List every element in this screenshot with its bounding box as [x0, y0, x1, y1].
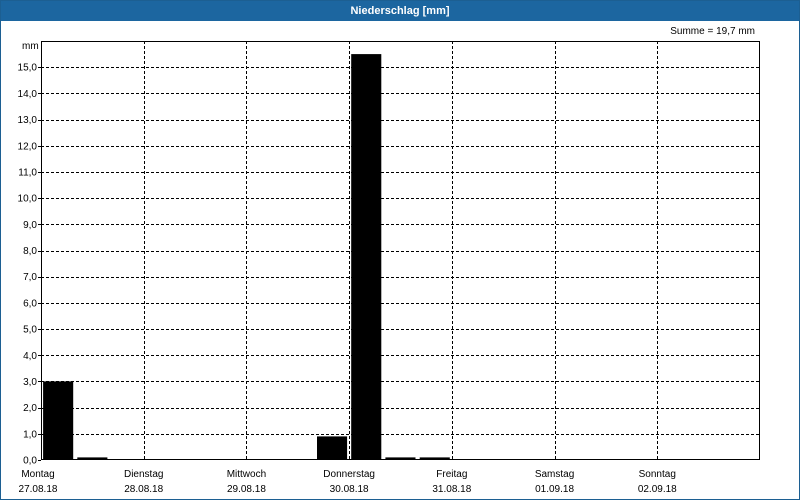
y-tick-label: 11,0: [18, 167, 37, 178]
y-axis-unit-label: mm: [22, 41, 39, 52]
y-tick-label: 15,0: [18, 63, 38, 74]
y-tick-label: 12,0: [18, 141, 38, 152]
precipitation-bar: [43, 381, 74, 460]
y-axis-ticks: 0,0 1,0 2,0 3,0 4,0 5,0 6,0 7,0 8,0 9,0 10,0 11,0 12…: [18, 63, 41, 467]
x-tick-weekday-label: Donnerstag: [323, 469, 375, 480]
x-tick-weekday-label: Montag: [21, 469, 54, 480]
x-tick-weekday-label: Samstag: [535, 469, 574, 480]
y-tick-label: 1,0: [23, 429, 37, 440]
y-tick-label: 10,0: [18, 194, 38, 205]
x-tick-date-label: 30.08.18: [330, 484, 369, 495]
x-tick-weekday-label: Dienstag: [124, 469, 163, 480]
precipitation-bar: [317, 436, 348, 460]
y-tick-label: 5,0: [23, 325, 37, 336]
y-tick-label: 4,0: [23, 351, 37, 362]
x-tick-date-label: 29.08.18: [227, 484, 266, 495]
x-tick-date-label: 28.08.18: [124, 484, 163, 495]
x-tick-date-label: 27.08.18: [19, 484, 58, 495]
y-tick-label: 9,0: [23, 220, 37, 231]
y-tick-label: 2,0: [23, 403, 37, 414]
y-tick-label: 14,0: [18, 89, 38, 100]
y-tick-label: 6,0: [23, 298, 37, 309]
x-tick-date-label: 31.08.18: [432, 484, 471, 495]
y-tick-label: 13,0: [18, 115, 38, 126]
x-tick-weekday-label: Mittwoch: [227, 469, 266, 480]
plot-border: [41, 41, 760, 460]
x-axis-ticks: Montag 27.08.18 Dienstag 28.08.18 Mittwoch 29…: [19, 469, 678, 495]
x-tick-weekday-label: Freitag: [436, 469, 467, 480]
grid: [41, 41, 760, 460]
y-tick-label: 8,0: [23, 246, 37, 257]
y-tick-label: 7,0: [23, 272, 37, 283]
precipitation-bar: [351, 54, 382, 460]
x-tick-weekday-label: Sonntag: [639, 469, 676, 480]
y-tick-label: 0,0: [23, 456, 37, 467]
precipitation-chart: 0,0 1,0 2,0 3,0 4,0 5,0 6,0 7,0 8,0 9,0 10,0 11,0 12…: [18, 41, 760, 495]
x-tick-date-label: 01.09.18: [535, 484, 574, 495]
y-tick-label: 3,0: [23, 377, 37, 388]
x-tick-date-label: 02.09.18: [638, 484, 677, 495]
